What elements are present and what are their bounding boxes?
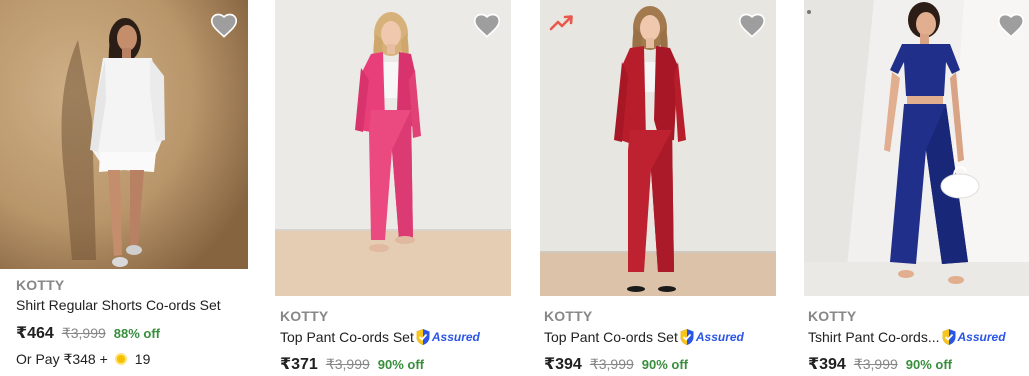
flipkart-assured-badge: Assured <box>941 328 1006 346</box>
assured-shield-icon <box>680 329 694 345</box>
product-info: KOTTY Shirt Regular Shorts Co-ords Set ₹… <box>0 269 248 368</box>
product-brand: KOTTY <box>544 308 593 324</box>
product-info: KOTTY Top Pant Co-ords Set Assured ₹394 … <box>528 296 776 374</box>
product-card[interactable]: KOTTY Top Pant Co-ords Set Assured ₹371 … <box>264 0 512 374</box>
product-mrp: ₹3,999 <box>589 356 634 372</box>
product-mrp: ₹3,999 <box>61 325 106 341</box>
product-image[interactable] <box>0 0 248 269</box>
flipkart-assured-badge: Assured <box>415 328 480 346</box>
product-brand: KOTTY <box>280 308 329 324</box>
product-discount: 90% off <box>641 357 689 372</box>
flipkart-assured-badge: Assured <box>679 328 744 346</box>
pay-with-coins-text: Or Pay ₹348 + <box>16 350 108 367</box>
product-price: ₹371 <box>280 356 318 373</box>
product-discount: 88% off <box>113 326 161 341</box>
product-info: KOTTY Top Pant Co-ords Set Assured ₹371 … <box>264 296 512 374</box>
product-discount: 90% off <box>905 357 953 372</box>
product-card[interactable]: KOTTY Shirt Regular Shorts Co-ords Set ₹… <box>0 0 248 368</box>
wishlist-heart-icon[interactable] <box>997 12 1025 38</box>
product-info: KOTTY Tshirt Pant Co-ords... Assured ₹39… <box>792 296 1029 374</box>
assured-label: Assured <box>957 330 1006 344</box>
product-mrp: ₹3,999 <box>325 356 370 372</box>
pay-with-coins-row: Or Pay ₹348 + 19 <box>16 350 248 368</box>
wishlist-heart-icon[interactable] <box>210 12 238 38</box>
coin-count: 19 <box>134 351 151 367</box>
product-price: ₹464 <box>16 325 54 342</box>
product-card[interactable]: KOTTY Tshirt Pant Co-ords... Assured ₹39… <box>792 0 1029 374</box>
wishlist-heart-icon[interactable] <box>473 12 501 38</box>
assured-label: Assured <box>431 330 480 344</box>
assured-shield-icon <box>416 329 430 345</box>
product-brand: KOTTY <box>808 308 857 324</box>
product-title[interactable]: Shirt Regular Shorts Co-ords Set <box>16 296 221 314</box>
wishlist-heart-icon[interactable] <box>738 12 766 38</box>
trending-icon <box>549 14 575 32</box>
assured-label: Assured <box>695 330 744 344</box>
product-image[interactable] <box>540 0 776 296</box>
assured-shield-icon <box>942 329 955 345</box>
indicator-dot <box>807 10 811 14</box>
supercoin-icon <box>114 353 127 365</box>
product-image[interactable] <box>804 0 1029 296</box>
product-title[interactable]: Tshirt Pant Co-ords... <box>808 328 940 346</box>
product-brand: KOTTY <box>16 277 65 293</box>
product-discount: 90% off <box>377 357 425 372</box>
product-card[interactable]: KOTTY Top Pant Co-ords Set Assured ₹394 … <box>528 0 776 374</box>
product-image[interactable] <box>275 0 511 296</box>
product-mrp: ₹3,999 <box>853 356 898 372</box>
product-price: ₹394 <box>808 356 846 373</box>
product-title[interactable]: Top Pant Co-ords Set <box>280 328 414 346</box>
product-price: ₹394 <box>544 356 582 373</box>
product-title[interactable]: Top Pant Co-ords Set <box>544 328 678 346</box>
